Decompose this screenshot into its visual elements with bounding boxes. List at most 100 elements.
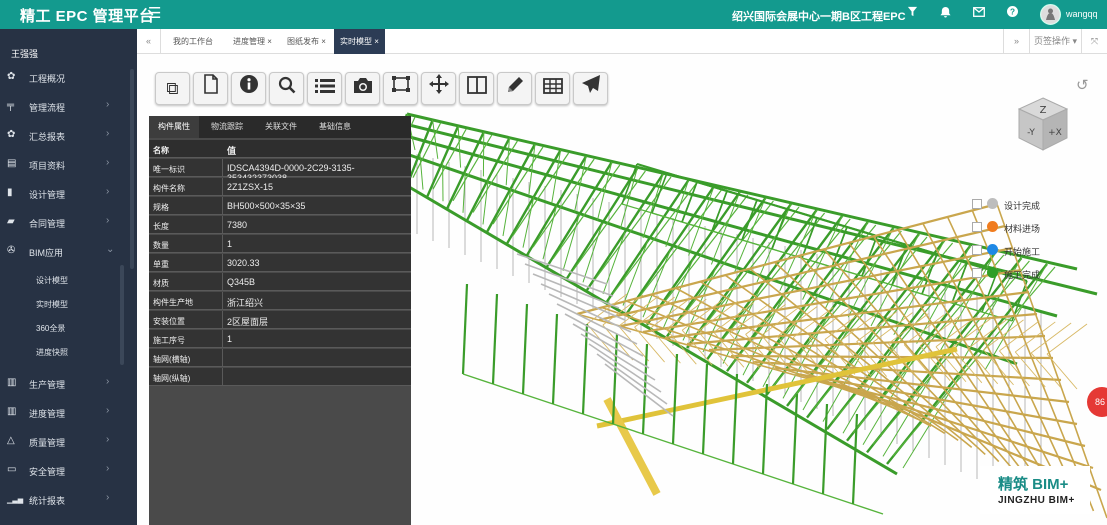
sidebar-item-safety[interactable]: ▭ 安全管理 › bbox=[0, 460, 137, 482]
legend-checkbox[interactable] bbox=[972, 245, 982, 255]
sidebar-item-statistics[interactable]: ▁▃▅ 统计报表 › bbox=[0, 489, 137, 511]
table-row[interactable]: 安装位置 2区屋面层 bbox=[149, 311, 411, 329]
avatar[interactable] bbox=[1040, 4, 1061, 25]
sidebar-subitem-live-model[interactable]: 实时模型 bbox=[36, 299, 68, 310]
sidebar-item-quality[interactable]: △ 质量管理 › bbox=[0, 431, 137, 453]
sidebar-subitem-360[interactable]: 360全景 bbox=[36, 323, 65, 334]
section-box-tool-button[interactable] bbox=[383, 72, 418, 105]
table-row[interactable]: 轴网(纵轴) bbox=[149, 368, 411, 386]
project-selector[interactable]: 绍兴国际会展中心一期B区工程EPC bbox=[732, 8, 906, 24]
watermark-logo: 精筑 BIM+ JINGZHU BIM+ bbox=[980, 466, 1090, 514]
legend-item-material-arrived[interactable]: 材料进场 bbox=[972, 220, 1092, 236]
document-tool-button[interactable] bbox=[193, 72, 228, 105]
sidebar-item-schedule[interactable]: ▥ 进度管理 › bbox=[0, 402, 137, 424]
tab-drawings[interactable]: 图纸发布 × bbox=[287, 29, 326, 54]
sidebar-item-contract[interactable]: ▰ 合同管理 › bbox=[0, 212, 137, 234]
column-divider bbox=[222, 330, 223, 348]
tabs-scroll-right-icon[interactable]: » bbox=[1003, 29, 1029, 54]
sidebar-item-summary-report[interactable]: ✿ 汇总报表 › bbox=[0, 125, 137, 147]
property-value: 1 bbox=[227, 239, 233, 249]
info-tool-button[interactable] bbox=[231, 72, 266, 105]
table-row[interactable]: 材质 Q345B bbox=[149, 273, 411, 291]
panel-tab-files[interactable]: 关联文件 bbox=[255, 116, 307, 138]
legend-swatch bbox=[987, 198, 998, 209]
mail-icon[interactable] bbox=[973, 6, 985, 20]
panel-tab-logistics[interactable]: 物流跟踪 bbox=[201, 116, 253, 138]
sidebar-subitem-design-model[interactable]: 设计模型 bbox=[36, 275, 68, 286]
sidebar-item-project-docs[interactable]: ▤ 项目资料 › bbox=[0, 154, 137, 176]
view-cube[interactable]: Z -Y +X bbox=[1014, 94, 1072, 159]
legend-item-design-done[interactable]: 设计完成 bbox=[972, 197, 1092, 213]
move-tool-button[interactable] bbox=[421, 72, 456, 105]
panel-tab-basic-info[interactable]: 基础信息 bbox=[309, 116, 361, 138]
list-tool-button[interactable] bbox=[307, 72, 342, 105]
pencil-tool-button[interactable] bbox=[497, 72, 532, 105]
camera-tool-button[interactable] bbox=[345, 72, 380, 105]
send-tool-button[interactable] bbox=[573, 72, 608, 105]
menu-toggle-icon[interactable]: ☰ bbox=[148, 4, 161, 22]
table-row[interactable]: 施工序号 1 bbox=[149, 330, 411, 348]
submenu-scrollbar[interactable] bbox=[120, 265, 124, 365]
property-name: 构件名称 bbox=[153, 184, 185, 193]
warning-icon: △ bbox=[7, 435, 15, 446]
tab-schedule[interactable]: 进度管理 × bbox=[233, 29, 272, 54]
column-divider bbox=[222, 197, 223, 215]
sidebar-item-label: 安全管理 bbox=[29, 467, 66, 477]
sidebar-scrollbar[interactable] bbox=[130, 69, 134, 269]
legend-item-construction-done[interactable]: 施工完成 bbox=[972, 266, 1092, 282]
tabs-scroll-left-icon[interactable]: « bbox=[137, 29, 161, 54]
bim-viewer[interactable]: ⧉ 构件属性 物流跟踪 关联文件 基础信息 名称 值 唯一标识 IDSCA439… bbox=[137, 54, 1107, 525]
username-label[interactable]: wangqq bbox=[1066, 9, 1098, 19]
column-divider bbox=[222, 311, 223, 329]
briefcase-icon: ▰ bbox=[7, 216, 15, 227]
table-row[interactable]: 长度 7380 bbox=[149, 216, 411, 234]
tab-workbench[interactable]: 我的工作台 bbox=[173, 29, 213, 54]
flower-icon: ✿ bbox=[7, 129, 16, 140]
chevron-right-icon: › bbox=[106, 434, 110, 445]
sidebar-item-process[interactable]: ╤ 管理流程 › bbox=[0, 96, 137, 118]
fullscreen-icon[interactable]: ⤧ bbox=[1081, 29, 1107, 54]
cube-side-label: -Y bbox=[1027, 128, 1035, 138]
property-name: 材质 bbox=[153, 279, 169, 288]
chevron-right-icon: › bbox=[106, 157, 110, 168]
bell-icon[interactable] bbox=[940, 6, 951, 21]
bank-icon: ▥ bbox=[7, 406, 17, 417]
sidebar: 王强强 ✿ 工程概况 ╤ 管理流程 › ✿ 汇总报表 › ▤ 项目资料 › ▮ … bbox=[0, 29, 137, 525]
page-ops-dropdown[interactable]: 页签操作 ▾ bbox=[1029, 29, 1081, 54]
table-row[interactable]: 构件名称 2Z1ZSX-15 bbox=[149, 178, 411, 196]
panel-tab-properties[interactable]: 构件属性 bbox=[149, 116, 199, 138]
column-divider bbox=[222, 273, 223, 291]
chevron-right-icon: › bbox=[106, 128, 110, 139]
split-view-tool-button[interactable] bbox=[459, 72, 494, 105]
sidebar-item-bim[interactable]: ✇ BIM应用 ⌄ bbox=[0, 241, 137, 263]
layers-tool-button[interactable]: ⧉ bbox=[155, 72, 190, 105]
table-row[interactable]: 轴网(横轴) bbox=[149, 349, 411, 367]
table-row[interactable]: 唯一标识IDSCA4394D-0000-2C29-3135-3534323730… bbox=[149, 159, 411, 183]
legend-item-construction-started[interactable]: 开始施工 bbox=[972, 243, 1092, 259]
sidebar-item-production[interactable]: ▥ 生产管理 › bbox=[0, 373, 137, 395]
legend-checkbox[interactable] bbox=[972, 222, 982, 232]
help-icon[interactable]: ? bbox=[1007, 6, 1018, 20]
table-tool-button[interactable] bbox=[535, 72, 570, 105]
flower-icon: ✿ bbox=[7, 71, 16, 82]
table-row[interactable]: 单重 3020.33 bbox=[149, 254, 411, 272]
property-name: 施工序号 bbox=[153, 336, 185, 345]
filter-icon[interactable] bbox=[907, 6, 918, 20]
tab-live-model[interactable]: 实时模型 × bbox=[334, 29, 385, 54]
table-row[interactable]: 构件生产地 浙江绍兴 bbox=[149, 292, 411, 310]
legend-checkbox[interactable] bbox=[972, 199, 982, 209]
reset-view-icon[interactable]: ↺ bbox=[1076, 76, 1089, 94]
sidebar-item-label: 统计报表 bbox=[29, 496, 66, 506]
column-divider bbox=[222, 368, 223, 386]
property-value: 1 bbox=[227, 334, 233, 344]
sidebar-subitem-snapshot[interactable]: 进度快照 bbox=[36, 347, 68, 358]
app-brand: 精工 EPC 管理平台 bbox=[20, 8, 155, 25]
property-name: 构件生产地 bbox=[153, 298, 193, 307]
legend-checkbox[interactable] bbox=[972, 268, 982, 278]
sidebar-item-design[interactable]: ▮ 设计管理 › bbox=[0, 183, 137, 205]
search-tool-button[interactable] bbox=[269, 72, 304, 105]
table-row[interactable]: 规格 BH500×500×35×35 bbox=[149, 197, 411, 215]
sidebar-item-overview[interactable]: ✿ 工程概况 bbox=[0, 67, 137, 89]
table-row[interactable]: 数量 1 bbox=[149, 235, 411, 253]
property-value: 3020.33 bbox=[227, 258, 260, 268]
